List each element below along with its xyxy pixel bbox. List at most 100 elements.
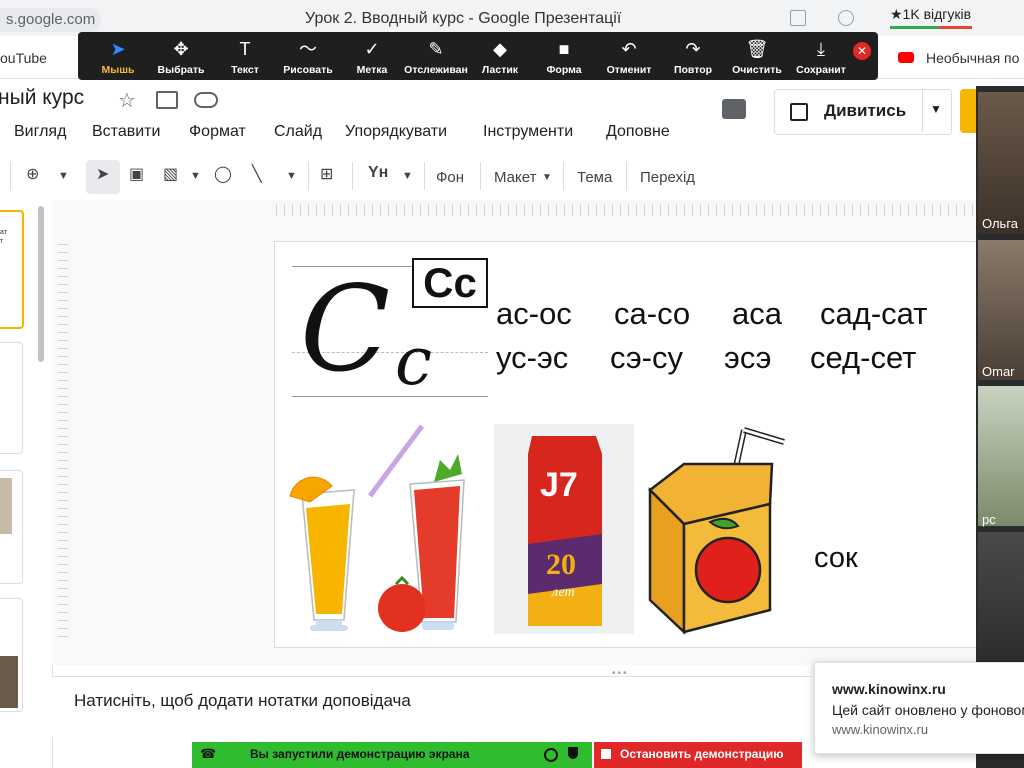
- chevron-down-icon[interactable]: ▼: [402, 170, 413, 182]
- filmstrip-scrollbar[interactable]: [38, 206, 44, 362]
- bookmark-right[interactable]: Необычная по: [926, 50, 1019, 66]
- word-label: сок: [814, 542, 858, 574]
- syllable: эсэ: [724, 340, 772, 375]
- annotation-tool-check[interactable]: ✓ Метка: [340, 32, 404, 80]
- stop-icon: [601, 749, 611, 759]
- divider: [563, 162, 564, 190]
- divider: [10, 162, 11, 190]
- text-icon: T: [239, 39, 251, 59]
- menu-insert[interactable]: Вставити: [92, 123, 160, 141]
- annotation-tool-undo[interactable]: ↶ Отменит: [597, 32, 661, 80]
- participant-video[interactable]: [978, 92, 1024, 234]
- move-icon: ✥: [173, 39, 189, 59]
- zoom-icon[interactable]: [838, 10, 854, 26]
- participant-video[interactable]: [978, 386, 1024, 526]
- move-to-folder-icon[interactable]: [156, 91, 178, 109]
- handwritten-capital-letter: C: [300, 260, 391, 398]
- annotation-tool-spotlight[interactable]: ✎ Отслеживан: [404, 32, 468, 80]
- undo-icon: ↶: [621, 39, 637, 59]
- chevron-down-icon[interactable]: ▼: [190, 170, 201, 182]
- address-bar[interactable]: s.google.com: [0, 8, 102, 32]
- syllable: ас-ос: [496, 296, 572, 331]
- input-tools-icon[interactable]: Yʜ: [368, 164, 388, 182]
- carton-number: 20: [546, 548, 576, 581]
- slide-thumbnail-text: ат т: [0, 229, 7, 245]
- menu-addons[interactable]: Доповне: [606, 123, 670, 141]
- annotation-tool-cursor[interactable]: ➤ Мышь: [86, 32, 150, 80]
- annotation-tool-eraser[interactable]: ◆ Ластик: [468, 32, 532, 80]
- notification-title: www.kinowinx.ru: [832, 681, 946, 697]
- extension-icon[interactable]: [790, 10, 806, 26]
- carton-brand: J7: [540, 466, 578, 504]
- present-icon: [790, 103, 808, 121]
- menu-view[interactable]: Вигляд: [14, 123, 66, 141]
- star-icon[interactable]: ☆: [118, 88, 136, 113]
- printed-letters: Cc: [412, 258, 488, 308]
- vertical-ruler: [58, 244, 68, 644]
- chevron-down-icon[interactable]: ▼: [542, 172, 552, 183]
- comment-icon[interactable]: [722, 99, 746, 119]
- annotation-tool-text[interactable]: T Текст: [213, 32, 277, 80]
- menu-arrange[interactable]: Упорядкувати: [345, 123, 447, 141]
- annotation-tool-label: Повтор: [673, 64, 713, 76]
- slide-thumbnail-2[interactable]: [0, 342, 23, 454]
- present-label: Дивитись: [824, 101, 907, 120]
- menu-tools[interactable]: Інструменти: [483, 123, 573, 141]
- check-icon: ✓: [364, 39, 380, 59]
- document-title[interactable]: ный курс: [0, 86, 84, 110]
- juice-carton-image: J7 20 лет: [494, 424, 634, 634]
- share-status-text: Вы запустили демонстрацию экрана: [250, 747, 470, 761]
- shield-icon[interactable]: [568, 747, 578, 759]
- participant-video[interactable]: [978, 532, 1024, 672]
- add-comment-icon[interactable]: ⊞: [320, 164, 333, 184]
- feedback-badge[interactable]: ★1K відгуків: [890, 6, 971, 23]
- annotation-tool-label: Очистить: [732, 64, 782, 76]
- bookmark-youtube[interactable]: ouTube: [0, 50, 47, 66]
- annotation-tool-draw[interactable]: 〜 Рисовать: [276, 32, 340, 80]
- layout-button[interactable]: Макет: [494, 169, 536, 186]
- window-title: Урок 2. Вводный курс - Google Презентаці…: [305, 10, 622, 27]
- annotation-tool-shape[interactable]: ■ Форма: [532, 32, 596, 80]
- shape-icon[interactable]: ◯: [214, 164, 232, 184]
- participant-name: рс: [982, 512, 996, 527]
- annotation-tool-label: Сохранит: [796, 64, 846, 76]
- resize-handle[interactable]: •••: [612, 668, 629, 679]
- divider: [626, 162, 627, 190]
- zoom-icon[interactable]: ⊕: [26, 164, 39, 184]
- record-icon[interactable]: [544, 748, 558, 762]
- annotation-tool-label: Отслеживан: [404, 64, 468, 76]
- cursor-icon: ➤: [96, 166, 110, 183]
- background-button[interactable]: Фон: [436, 169, 464, 186]
- annotation-tool-trash[interactable]: 🗑 Очистить: [725, 32, 789, 80]
- menu-slide[interactable]: Слайд: [274, 123, 322, 141]
- divider: [480, 162, 481, 190]
- text-box-icon[interactable]: ▣: [129, 164, 144, 184]
- syllable: сэ-су: [610, 340, 683, 375]
- rating-bar: [890, 26, 972, 29]
- thumbnail-image: [0, 656, 18, 708]
- save-icon: ⤓: [817, 39, 825, 59]
- chevron-down-icon[interactable]: ▼: [930, 102, 942, 116]
- annotation-tool-move[interactable]: ✥ Выбрать: [149, 32, 213, 80]
- phone-icon: ☎: [200, 746, 217, 761]
- annotation-tool-redo[interactable]: ↷ Повтор: [661, 32, 725, 80]
- syllable: аса: [732, 296, 782, 331]
- annotation-tool-label: Выбрать: [157, 64, 205, 76]
- theme-button[interactable]: Тема: [577, 169, 612, 186]
- juice-box-cartoon: [648, 427, 785, 635]
- image-icon[interactable]: ▧: [163, 164, 178, 184]
- transition-button[interactable]: Перехід: [640, 169, 695, 186]
- syllable: сед-сет: [810, 340, 917, 375]
- participant-video[interactable]: [978, 240, 1024, 380]
- youtube-icon: [898, 52, 914, 63]
- close-icon[interactable]: ✕: [853, 42, 871, 60]
- cloud-status-icon[interactable]: [194, 92, 218, 108]
- chevron-down-icon[interactable]: ▼: [286, 170, 297, 182]
- annotation-tool-save[interactable]: ⤓ Сохранит: [789, 32, 853, 80]
- chevron-down-icon[interactable]: ▼: [58, 170, 69, 182]
- notification-body: Цей сайт оновлено у фоновому: [832, 702, 1024, 718]
- line-icon[interactable]: ╲: [252, 164, 262, 184]
- horizontal-ruler: [276, 204, 976, 216]
- shape-icon: ■: [558, 39, 570, 59]
- menu-format[interactable]: Формат: [189, 123, 246, 141]
